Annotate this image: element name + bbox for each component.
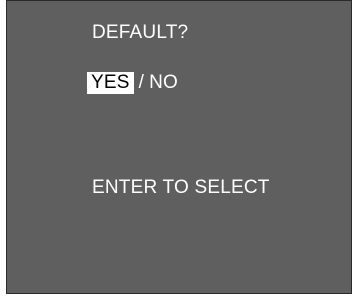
option-yes[interactable]: YES — [87, 72, 134, 94]
dialog-title: DEFAULT? — [92, 22, 189, 43]
option-separator: / — [138, 72, 145, 93]
select-hint: ENTER TO SELECT — [92, 177, 270, 198]
osd-menu-screen: DEFAULT? YES / NO ENTER TO SELECT — [6, 0, 352, 294]
option-no[interactable]: NO — [149, 72, 178, 94]
option-group: YES / NO — [87, 72, 178, 94]
